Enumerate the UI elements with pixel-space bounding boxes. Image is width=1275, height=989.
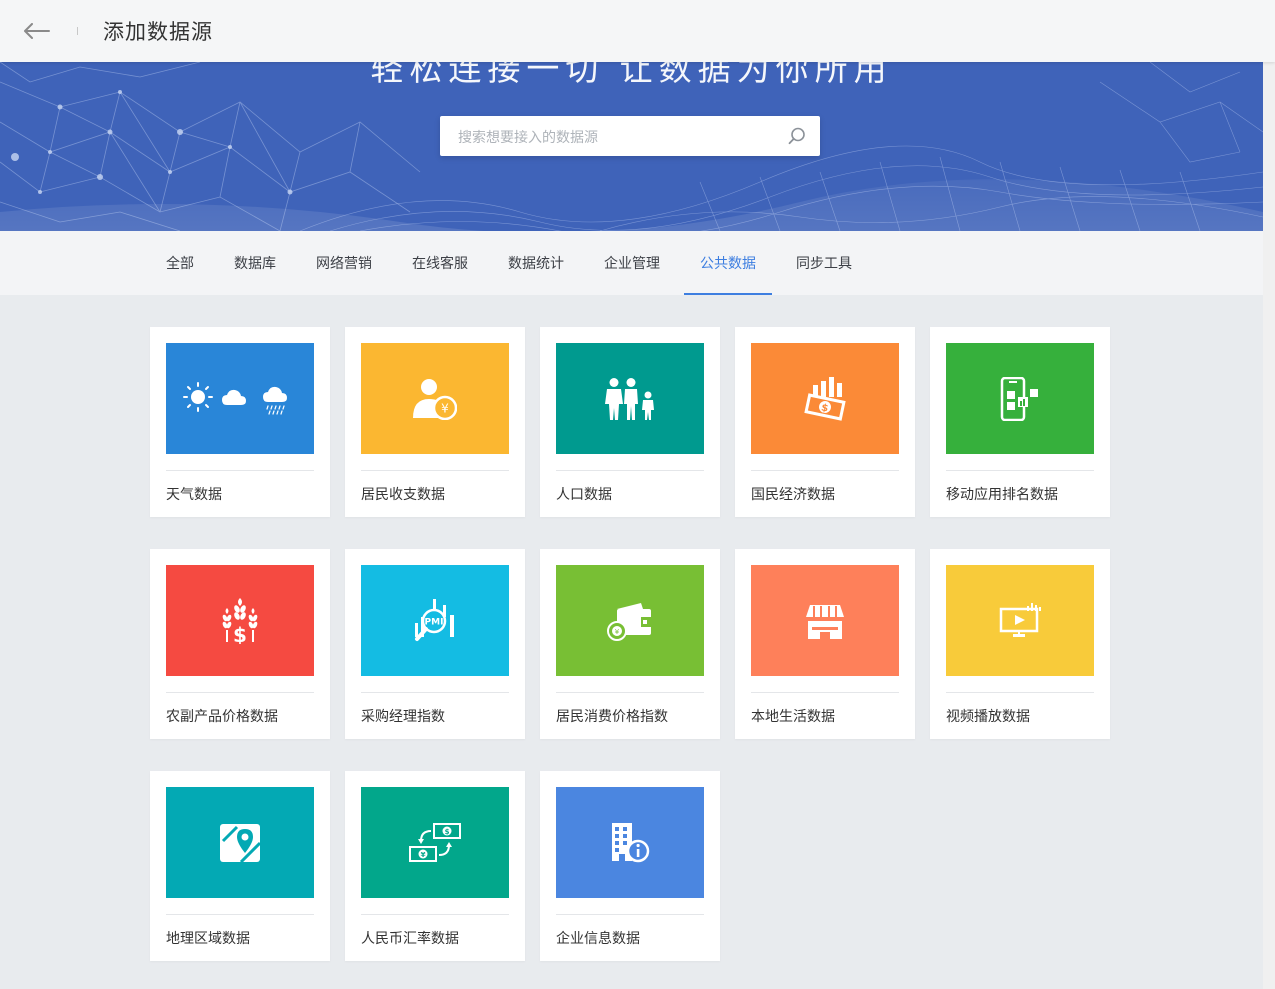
person-yuan-icon: ¥ xyxy=(413,378,457,420)
tab-data-statistics[interactable]: 数据统计 xyxy=(500,231,572,295)
tab-sync-tools[interactable]: 同步工具 xyxy=(788,231,860,295)
family-icon xyxy=(605,377,654,420)
card-population-data[interactable]: 人口数据 xyxy=(540,327,720,517)
card-thumbnail xyxy=(556,787,704,898)
card-label: 天气数据 xyxy=(166,486,222,502)
storefront-icon xyxy=(806,604,844,639)
card-divider xyxy=(361,914,509,915)
building-info-icon xyxy=(612,822,650,862)
hero-banner: 轻松连接一切 让数据为你所用 xyxy=(0,62,1263,231)
card-resident-income-expense[interactable]: ¥ 居民收支数据 xyxy=(345,327,525,517)
card-label: 视频播放数据 xyxy=(946,708,1030,724)
card-thumbnail: ¥ xyxy=(556,565,704,676)
tab-all[interactable]: 全部 xyxy=(158,231,202,295)
card-video-play-data[interactable]: 视频播放数据 xyxy=(930,549,1110,739)
tab-online-service[interactable]: 在线客服 xyxy=(404,231,476,295)
card-thumbnail: PMI xyxy=(361,565,509,676)
card-divider xyxy=(361,470,509,471)
card-thumbnail: $ xyxy=(166,565,314,676)
wallet-icon: ¥ xyxy=(607,602,651,641)
card-geographic-region-data[interactable]: 地理区域数据 xyxy=(150,771,330,961)
card-divider xyxy=(946,470,1094,471)
card-label: 人口数据 xyxy=(556,486,612,502)
card-divider xyxy=(361,692,509,693)
pmi-text: PMI xyxy=(425,617,444,627)
card-divider xyxy=(166,470,314,471)
card-divider xyxy=(556,692,704,693)
card-divider xyxy=(751,692,899,693)
dollar-symbol: $ xyxy=(445,828,450,836)
money-chart-icon: $ xyxy=(804,376,846,421)
category-tabs: 全部 数据库 网络营销 在线客服 数据统计 企业管理 公共数据 同步工具 xyxy=(0,231,1263,295)
card-label: 农副产品价格数据 xyxy=(166,708,278,724)
pmi-icon: PMI xyxy=(415,598,454,641)
weather-icon xyxy=(183,381,287,415)
tab-enterprise-management[interactable]: 企业管理 xyxy=(596,231,668,295)
yuan-symbol: ¥ xyxy=(615,628,620,636)
wheat-dollar-icon: $ xyxy=(222,597,258,644)
card-rmb-exchange-rate[interactable]: $ ¥ 人民币汇率数据 xyxy=(345,771,525,961)
card-label: 居民消费价格指数 xyxy=(556,708,668,724)
card-divider xyxy=(166,914,314,915)
card-label: 地理区域数据 xyxy=(166,930,250,946)
yuan-symbol: ¥ xyxy=(441,401,449,415)
currency-exchange-icon: $ ¥ xyxy=(409,822,461,862)
card-divider xyxy=(556,470,704,471)
card-label: 国民经济数据 xyxy=(751,486,835,502)
search-box xyxy=(440,116,820,158)
card-enterprise-info-data[interactable]: 企业信息数据 xyxy=(540,771,720,961)
card-local-life-data[interactable]: 本地生活数据 xyxy=(735,549,915,739)
card-mobile-app-ranking[interactable]: 移动应用排名数据 xyxy=(930,327,1110,517)
arrow-left-icon xyxy=(24,23,50,39)
card-thumbnail xyxy=(946,565,1094,676)
card-label: 本地生活数据 xyxy=(751,708,835,724)
search-icon[interactable] xyxy=(788,127,806,145)
card-label: 采购经理指数 xyxy=(361,708,445,724)
card-label: 居民收支数据 xyxy=(361,486,445,502)
card-thumbnail xyxy=(556,343,704,454)
card-thumbnail: ¥ xyxy=(361,343,509,454)
search-input[interactable] xyxy=(456,116,780,158)
card-divider xyxy=(166,692,314,693)
hero-title: 轻松连接一切 让数据为你所用 xyxy=(370,62,893,87)
page-title: 添加数据源 xyxy=(103,21,213,44)
card-cpi-index[interactable]: ¥ 居民消费价格指数 xyxy=(540,549,720,739)
dollar-symbol: $ xyxy=(233,623,247,644)
top-bar: 添加数据源 xyxy=(0,0,1275,62)
card-thumbnail xyxy=(946,343,1094,454)
card-thumbnail xyxy=(751,565,899,676)
page-scrollbar[interactable] xyxy=(1263,62,1275,989)
card-agricultural-price-data[interactable]: $ 农副产品价格数据 xyxy=(150,549,330,739)
tab-database[interactable]: 数据库 xyxy=(226,231,284,295)
card-label: 企业信息数据 xyxy=(556,930,640,946)
card-thumbnail: $ ¥ xyxy=(361,787,509,898)
tab-web-marketing[interactable]: 网络营销 xyxy=(308,231,380,295)
yuan-symbol: ¥ xyxy=(421,851,426,859)
card-divider xyxy=(946,692,1094,693)
video-screen-icon xyxy=(999,602,1041,637)
mobile-app-icon xyxy=(1000,376,1038,421)
card-thumbnail: $ xyxy=(751,343,899,454)
card-weather-data[interactable]: 天气数据 xyxy=(150,327,330,517)
card-label: 人民币汇率数据 xyxy=(361,930,459,946)
tab-public-data[interactable]: 公共数据 xyxy=(684,231,772,295)
back-button[interactable] xyxy=(20,16,54,46)
card-thumbnail xyxy=(166,787,314,898)
card-divider xyxy=(751,470,899,471)
card-thumbnail xyxy=(166,343,314,454)
card-label: 移动应用排名数据 xyxy=(946,486,1058,502)
card-national-economy-data[interactable]: $ 国民经济数据 xyxy=(735,327,915,517)
card-divider xyxy=(556,914,704,915)
card-pmi-index[interactable]: PMI 采购经理指数 xyxy=(345,549,525,739)
map-pin-icon xyxy=(220,823,261,863)
header-divider xyxy=(77,27,78,35)
